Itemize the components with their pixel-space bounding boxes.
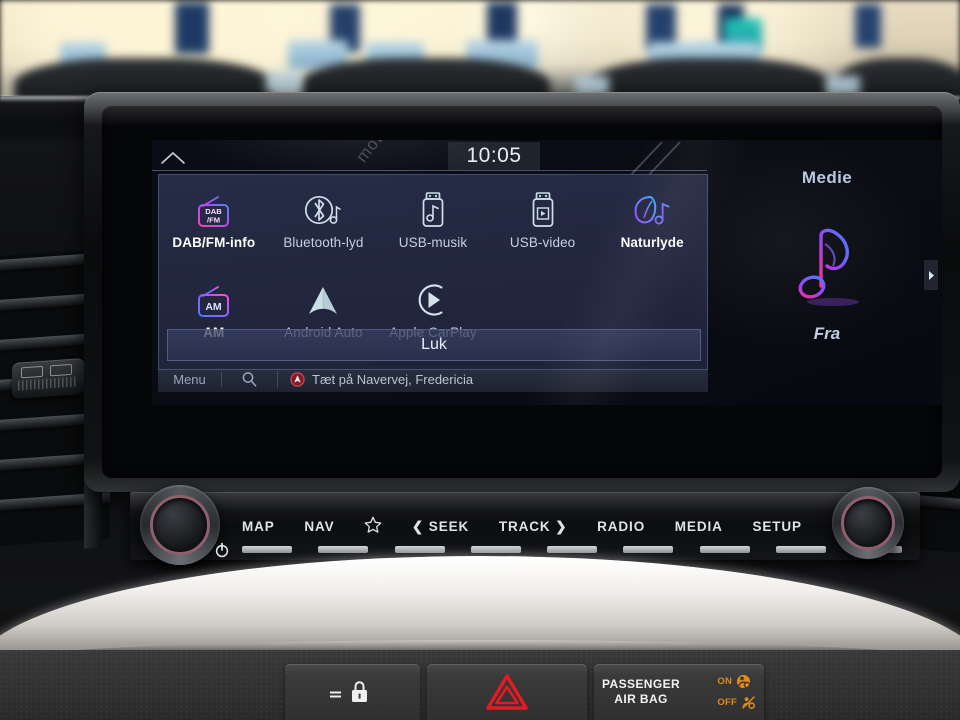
map-marker-icon xyxy=(290,371,305,387)
door-lock-icon xyxy=(329,681,367,702)
hardware-button-bar: MAP NAV ❮ SEEK TRACK ❯ RADIO MEDIA SETUP xyxy=(130,492,920,560)
chevron-right-icon xyxy=(928,270,934,280)
media-source-row-1: DAB /FM DAB/FM-info Bluetooth-lyd USB-mu… xyxy=(159,189,707,250)
menu-button[interactable]: Menu xyxy=(158,371,222,387)
destination-chip[interactable]: Tæt på Navervej, Fredericia xyxy=(278,372,473,387)
door-lock-button[interactable] xyxy=(285,664,420,720)
infotainment-screen[interactable]: moto 10:05 DAB /FM DAB/FM-info Bluetooth… xyxy=(152,140,942,405)
svg-text:/FM: /FM xyxy=(207,216,220,225)
media-source-bluetooth-lyd[interactable]: Bluetooth-lyd xyxy=(269,189,379,250)
media-source-popup: DAB /FM DAB/FM-info Bluetooth-lyd USB-mu… xyxy=(158,174,708,370)
volume-power-knob[interactable] xyxy=(140,485,220,565)
media-source-dab-fm-info[interactable]: DAB /FM DAB/FM-info xyxy=(159,189,269,250)
screen-watermark: moto xyxy=(352,140,393,167)
apple-carplay-icon xyxy=(414,279,452,319)
status-divider xyxy=(152,170,707,171)
hardware-button-media[interactable]: MEDIA xyxy=(675,519,723,534)
infotainment-head-unit: moto 10:05 DAB /FM DAB/FM-info Bluetooth… xyxy=(84,92,960,492)
search-icon xyxy=(242,371,257,387)
airbag-indicator-lamps: ON OFF xyxy=(717,674,756,710)
bluetooth-audio-icon xyxy=(303,189,343,229)
airbag-label-line2: AIR BAG xyxy=(614,692,668,706)
airbag-off-label: OFF xyxy=(717,697,737,708)
media-source-label: Naturlyde xyxy=(620,235,684,250)
hazard-warning-triangle-icon xyxy=(486,674,528,710)
power-icon xyxy=(215,542,229,558)
am-radio-icon: AM xyxy=(194,279,234,319)
airbag-on-row: ON xyxy=(717,674,751,689)
media-source-usb-video[interactable]: USB-video xyxy=(488,189,598,250)
music-note-icon xyxy=(785,220,869,321)
hardware-button-setup[interactable]: SETUP xyxy=(752,519,802,534)
passenger-airbag-indicator: PASSENGER AIR BAG ON OFF xyxy=(594,664,764,720)
home-chevron-up-icon[interactable] xyxy=(160,150,186,166)
clock: 10:05 xyxy=(448,142,540,170)
vent-direction-wheel[interactable] xyxy=(12,357,84,400)
airbag-off-row: OFF xyxy=(717,695,756,710)
airbag-label-line1: PASSENGER xyxy=(602,677,681,692)
media-source-naturlyde[interactable]: Naturlyde xyxy=(597,189,707,250)
hardware-button-row: MAP NAV ❮ SEEK TRACK ❯ RADIO MEDIA SETUP xyxy=(242,516,802,537)
hardware-button-track[interactable]: TRACK ❯ xyxy=(499,519,568,535)
hazard-lights-button[interactable] xyxy=(427,664,587,720)
usb-music-icon xyxy=(418,189,448,229)
media-source-label: Bluetooth-lyd xyxy=(283,235,364,250)
star-favorite-icon xyxy=(364,516,382,533)
usb-video-icon xyxy=(528,189,558,229)
hardware-button-favorite-star[interactable] xyxy=(364,516,382,537)
media-widget-next-button[interactable] xyxy=(924,260,938,290)
dab-fm-radio-icon: DAB /FM xyxy=(194,189,234,229)
carplay-head-unit-photo: moto 10:05 DAB /FM DAB/FM-info Bluetooth… xyxy=(0,0,960,720)
airbag-label: PASSENGER AIR BAG xyxy=(602,677,680,706)
tune-knob[interactable] xyxy=(832,487,904,559)
airbag-off-indicator-icon xyxy=(742,696,755,709)
hardware-button-nav[interactable]: NAV xyxy=(304,519,334,534)
airbag-on-indicator-icon xyxy=(736,674,751,689)
nature-sounds-leaf-icon xyxy=(631,189,673,229)
media-widget-title: Medie xyxy=(801,168,853,187)
media-widget[interactable]: Medie Fra xyxy=(712,140,942,405)
hardware-button-seek[interactable]: ❮ SEEK xyxy=(412,519,469,535)
media-source-usb-musik[interactable]: USB-musik xyxy=(378,189,488,250)
hardware-button-map[interactable]: MAP xyxy=(242,519,275,534)
keycap-strip xyxy=(242,546,902,556)
android-auto-icon xyxy=(304,279,342,319)
airbag-on-label: ON xyxy=(717,676,733,687)
destination-text: Tæt på Navervej, Fredericia xyxy=(312,371,474,387)
close-popup-button[interactable]: Luk xyxy=(167,329,701,361)
lower-dash-panel: PASSENGER AIR BAG ON OFF xyxy=(0,650,960,720)
media-widget-state: Fra xyxy=(813,324,841,343)
media-source-label: DAB/FM-info xyxy=(172,235,256,250)
svg-text:AM: AM xyxy=(205,301,222,313)
media-source-label: USB-video xyxy=(509,235,576,250)
search-button[interactable] xyxy=(222,370,278,388)
hardware-button-radio[interactable]: RADIO xyxy=(597,519,645,534)
media-source-label: USB-musik xyxy=(398,235,468,250)
